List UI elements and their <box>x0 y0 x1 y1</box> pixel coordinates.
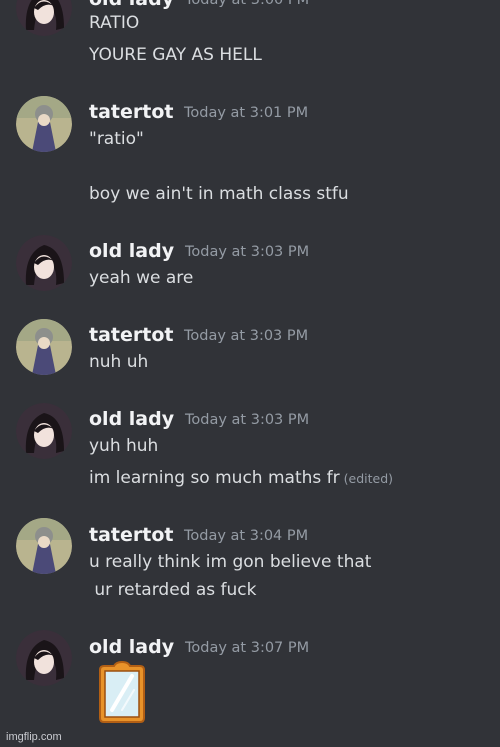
tatertot-avatar-image <box>16 518 72 574</box>
mirror-emoji[interactable] <box>98 660 146 724</box>
user-avatar[interactable] <box>16 235 72 291</box>
timestamp: Today at 3:07 PM <box>185 640 310 656</box>
message-text-edited: im learning so much maths fr (edited) <box>89 466 393 491</box>
mirror-icon <box>99 660 145 723</box>
username[interactable]: old lady <box>89 0 174 11</box>
message-text: "ratio" <box>89 129 144 149</box>
user-avatar[interactable] <box>16 518 72 574</box>
edited-label: (edited) <box>343 471 394 486</box>
username[interactable]: tatertot <box>89 323 173 347</box>
watermark: imgflip.com <box>6 731 62 743</box>
message-text: ur retarded as fuck <box>89 580 257 600</box>
message-text: nuh uh <box>89 352 149 372</box>
timestamp: Today at 3:03 PM <box>185 244 310 260</box>
message-text: im learning so much maths fr <box>89 468 340 488</box>
message-text: yeah we are <box>89 268 194 288</box>
message-text: YOURE GAY AS HELL <box>89 45 262 65</box>
username[interactable]: tatertot <box>89 523 173 547</box>
message-text: RATIO <box>89 13 140 33</box>
timestamp: Today at 3:01 PM <box>184 105 309 121</box>
user-avatar[interactable] <box>16 0 72 36</box>
old-lady-avatar-image <box>16 235 72 291</box>
old-lady-avatar-image <box>16 0 72 36</box>
user-avatar[interactable] <box>16 319 72 375</box>
timestamp: Today at 3:03 PM <box>184 328 309 344</box>
message-text: boy we ain't in math class stfu <box>89 184 349 204</box>
tatertot-avatar-image <box>16 319 72 375</box>
timestamp: Today at 3:04 PM <box>184 528 309 544</box>
tatertot-avatar-image <box>16 96 72 152</box>
username[interactable]: old lady <box>89 407 174 431</box>
user-avatar[interactable] <box>16 96 72 152</box>
user-avatar[interactable] <box>16 403 72 459</box>
timestamp: Today at 3:03 PM <box>185 412 310 428</box>
message-text: yuh huh <box>89 436 159 456</box>
old-lady-avatar-image <box>16 403 72 459</box>
username[interactable]: old lady <box>89 635 174 659</box>
username[interactable]: tatertot <box>89 100 173 124</box>
username[interactable]: old lady <box>89 239 174 263</box>
timestamp: Today at 3:00 PM <box>185 0 310 8</box>
old-lady-avatar-image <box>16 630 72 686</box>
message-text: u really think im gon believe that <box>89 552 372 572</box>
user-avatar[interactable] <box>16 630 72 686</box>
